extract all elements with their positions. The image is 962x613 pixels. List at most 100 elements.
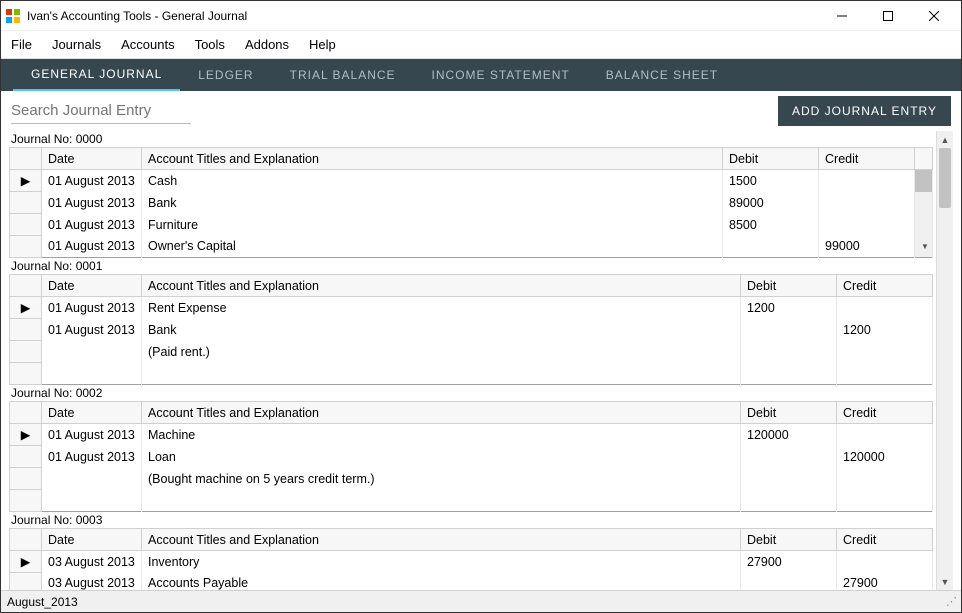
cell-debit[interactable]: 27900 [741,551,837,573]
cell-credit[interactable] [837,341,933,363]
cell-credit[interactable]: 120000 [837,446,933,468]
table-row[interactable]: ▶01 August 2013Rent Expense1200 [10,297,933,319]
add-journal-entry-button[interactable]: ADD JOURNAL ENTRY [778,96,951,126]
table-row[interactable]: 01 August 2013Loan 120000 [10,446,933,468]
cell-debit[interactable] [741,319,837,341]
cell-debit[interactable]: 8500 [723,214,819,236]
cell-debit[interactable] [741,468,837,490]
cell-acct[interactable]: (Paid rent.) [142,341,741,363]
column-header-acct[interactable]: Account Titles and Explanation [142,148,723,170]
cell-debit[interactable] [741,341,837,363]
cell-acct[interactable]: Owner's Capital [142,236,723,258]
menu-file[interactable]: File [11,37,32,52]
row-selector[interactable]: ▶ [10,297,42,319]
column-header-date[interactable]: Date [42,402,142,424]
column-header-debit[interactable]: Debit [741,275,837,297]
column-header-date[interactable]: Date [42,148,142,170]
cell-acct[interactable]: Bank [142,319,741,341]
maximize-button[interactable] [865,1,911,31]
cell-credit[interactable] [837,551,933,573]
grid-scroll-cell[interactable] [915,170,933,192]
menu-help[interactable]: Help [309,37,336,52]
cell-credit[interactable]: 1200 [837,319,933,341]
column-header-credit[interactable]: Credit [837,402,933,424]
column-header-debit[interactable]: Debit [723,148,819,170]
cell-credit[interactable] [837,424,933,446]
row-selector[interactable]: ▶ [10,551,42,573]
minimize-button[interactable] [819,1,865,31]
cell-date[interactable]: 01 August 2013 [42,170,142,192]
vertical-scrollbar[interactable]: ▲ ▼ [936,131,953,590]
cell-date[interactable]: 03 August 2013 [42,551,142,573]
row-selector[interactable]: ▶ [10,170,42,192]
cell-debit[interactable] [741,490,837,512]
resize-grip-icon[interactable]: ⋰ [946,595,955,608]
grid-scroll-cell[interactable]: ▼ [915,236,933,258]
cell-date[interactable]: 01 August 2013 [42,192,142,214]
tab-ledger[interactable]: LEDGER [180,59,271,91]
row-selector[interactable] [10,214,42,236]
search-input[interactable] [11,98,191,124]
cell-debit[interactable] [723,236,819,258]
row-selector[interactable]: ▶ [10,424,42,446]
menu-tools[interactable]: Tools [195,37,225,52]
cell-acct[interactable]: Rent Expense [142,297,741,319]
grid-scroll-cell[interactable] [915,214,933,236]
table-row[interactable]: ▶01 August 2013Machine120000 [10,424,933,446]
cell-debit[interactable]: 1200 [741,297,837,319]
menu-accounts[interactable]: Accounts [121,37,174,52]
table-row[interactable]: ▶01 August 2013Cash1500 [10,170,933,192]
scroll-up-icon[interactable]: ▲ [937,131,953,148]
column-header-acct[interactable]: Account Titles and Explanation [142,275,741,297]
cell-debit[interactable] [741,573,837,591]
cell-credit[interactable] [819,170,915,192]
column-header-date[interactable]: Date [42,529,142,551]
row-selector[interactable] [10,446,42,468]
cell-credit[interactable] [837,468,933,490]
table-row[interactable]: ▶03 August 2013Inventory27900 [10,551,933,573]
cell-date[interactable]: 01 August 2013 [42,424,142,446]
cell-date[interactable]: 01 August 2013 [42,319,142,341]
cell-acct[interactable]: Accounts Payable [142,573,741,591]
journal-grid[interactable]: DateAccount Titles and ExplanationDebitC… [9,528,933,590]
cell-acct[interactable]: Bank [142,192,723,214]
row-selector[interactable] [10,319,42,341]
cell-date[interactable]: 01 August 2013 [42,446,142,468]
menu-journals[interactable]: Journals [52,37,101,52]
cell-credit[interactable]: 27900 [837,573,933,591]
row-selector[interactable] [10,490,42,512]
cell-date[interactable] [42,363,142,385]
cell-acct[interactable]: Inventory [142,551,741,573]
grid-scroll-cell[interactable] [915,192,933,214]
cell-acct[interactable]: Furniture [142,214,723,236]
cell-acct[interactable] [142,490,741,512]
cell-debit[interactable]: 120000 [741,424,837,446]
table-row[interactable]: 01 August 2013Bank89000 [10,192,933,214]
table-row[interactable]: 01 August 2013Owner's Capital99000▼ [10,236,933,258]
column-header-date[interactable]: Date [42,275,142,297]
cell-debit[interactable] [741,363,837,385]
column-header-credit[interactable]: Credit [819,148,915,170]
row-selector[interactable] [10,236,42,258]
cell-date[interactable]: 01 August 2013 [42,297,142,319]
cell-credit[interactable] [837,363,933,385]
cell-acct[interactable] [142,363,741,385]
column-header-debit[interactable]: Debit [741,402,837,424]
cell-credit[interactable] [837,297,933,319]
tab-balance-sheet[interactable]: BALANCE SHEET [588,59,736,91]
cell-date[interactable]: 01 August 2013 [42,236,142,258]
cell-date[interactable] [42,341,142,363]
cell-acct[interactable]: Loan [142,446,741,468]
row-selector[interactable] [10,363,42,385]
cell-date[interactable] [42,468,142,490]
cell-acct[interactable]: (Bought machine on 5 years credit term.) [142,468,741,490]
cell-date[interactable]: 01 August 2013 [42,214,142,236]
tab-general-journal[interactable]: GENERAL JOURNAL [13,59,180,91]
cell-debit[interactable]: 1500 [723,170,819,192]
cell-date[interactable]: 03 August 2013 [42,573,142,591]
menu-addons[interactable]: Addons [245,37,289,52]
table-row[interactable] [10,490,933,512]
table-row[interactable] [10,363,933,385]
row-selector[interactable] [10,341,42,363]
row-selector[interactable] [10,573,42,591]
